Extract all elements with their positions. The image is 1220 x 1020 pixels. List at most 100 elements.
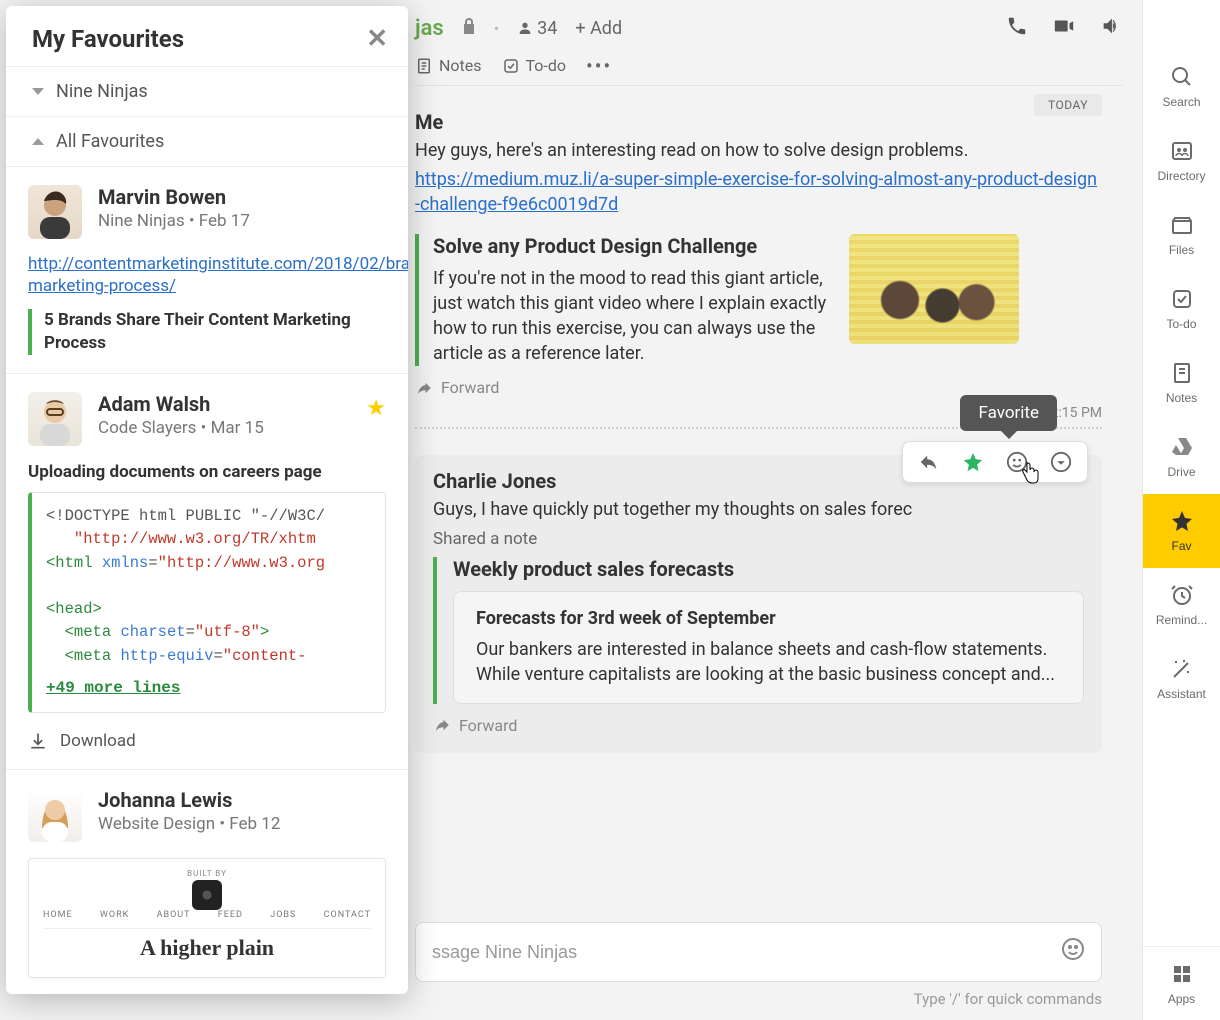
shared-note-title: Forecasts for 3rd week of September bbox=[476, 608, 1061, 629]
expand-code-button[interactable]: +49 more lines bbox=[46, 676, 180, 700]
chevron-down-icon bbox=[32, 88, 44, 95]
nav-directory[interactable]: Directory bbox=[1143, 124, 1220, 198]
todo-icon bbox=[1170, 287, 1194, 311]
fav-section-all[interactable]: All Favourites bbox=[6, 116, 408, 166]
nav-label: Files bbox=[1169, 243, 1194, 257]
nav-apps[interactable]: Apps bbox=[1143, 946, 1220, 1020]
reaction-toolbar bbox=[902, 441, 1088, 483]
link-preview-body: If you're not in the mood to read this g… bbox=[433, 266, 833, 367]
directory-icon bbox=[1170, 139, 1194, 163]
call-icon[interactable] bbox=[1006, 15, 1028, 41]
more-menu[interactable]: ••• bbox=[586, 54, 612, 78]
forward-label: Forward bbox=[459, 716, 517, 735]
fav-item-name: Marvin Bowen bbox=[98, 185, 250, 209]
search-icon bbox=[1170, 65, 1194, 89]
forward-icon bbox=[433, 716, 451, 734]
message-input[interactable] bbox=[432, 942, 1061, 963]
star-icon: ★ bbox=[366, 396, 386, 421]
link-preview-title: Solve any Product Design Challenge bbox=[433, 234, 833, 258]
files-icon bbox=[1170, 213, 1194, 237]
site-nav-item: HOME bbox=[43, 910, 73, 920]
fav-item-name: Adam Walsh bbox=[98, 392, 264, 416]
message-composer[interactable] bbox=[415, 922, 1102, 982]
fav-item-meta: Website Design • Feb 12 bbox=[98, 814, 280, 834]
notes-icon bbox=[1170, 361, 1194, 385]
site-nav-item: WORK bbox=[100, 910, 129, 920]
member-count[interactable]: 34 bbox=[517, 18, 557, 39]
fav-item-subheading: Uploading documents on careers page bbox=[28, 462, 386, 482]
chevron-up-icon bbox=[32, 138, 44, 145]
message-link[interactable]: https://medium.muz.li/a-super-simple-exe… bbox=[415, 167, 1102, 217]
star-icon bbox=[1170, 509, 1194, 533]
nav-label: Search bbox=[1162, 95, 1200, 109]
tab-notes-label: Notes bbox=[439, 56, 482, 75]
date-chip: TODAY bbox=[1034, 94, 1102, 116]
shared-note[interactable]: Weekly product sales forecasts Forecasts… bbox=[433, 557, 1084, 704]
forward-button[interactable]: Forward bbox=[433, 716, 1084, 735]
add-member-button[interactable]: + Add bbox=[575, 18, 622, 39]
notes-icon bbox=[415, 57, 433, 75]
fav-item-link[interactable]: http://contentmarketinginstitute.com/201… bbox=[28, 253, 386, 297]
site-nav: HOME WORK ABOUT FEED JOBS CONTACT bbox=[43, 910, 371, 929]
site-nav-item: ABOUT bbox=[157, 910, 191, 920]
nav-search[interactable]: Search bbox=[1143, 50, 1220, 124]
message-sender: Me bbox=[415, 110, 1102, 134]
fav-section-team[interactable]: Nine Ninjas bbox=[6, 66, 408, 116]
apps-icon bbox=[1170, 962, 1194, 986]
tab-todo[interactable]: To-do bbox=[502, 56, 566, 75]
nav-drive[interactable]: Drive bbox=[1143, 420, 1220, 494]
nav-label: Directory bbox=[1157, 169, 1205, 183]
channel-name[interactable]: jas bbox=[415, 16, 444, 41]
emoji-picker-button[interactable] bbox=[1061, 937, 1085, 967]
right-nav: Search Directory Files To-do Notes Drive… bbox=[1142, 0, 1220, 1020]
nav-todo[interactable]: To-do bbox=[1143, 272, 1220, 346]
nav-assistant[interactable]: Assistant bbox=[1143, 642, 1220, 716]
tab-notes[interactable]: Notes bbox=[415, 56, 482, 75]
nav-label: Apps bbox=[1168, 992, 1195, 1006]
fav-item[interactable]: Marvin Bowen Nine Ninjas • Feb 17 http:/… bbox=[6, 166, 408, 373]
fav-item-meta: Nine Ninjas • Feb 17 bbox=[98, 211, 250, 231]
avatar bbox=[28, 392, 82, 446]
fav-item-quote: 5 Brands Share Their Content Marketing P… bbox=[28, 309, 386, 355]
close-button[interactable]: ✕ bbox=[366, 24, 388, 54]
nav-label: Notes bbox=[1166, 391, 1197, 405]
site-nav-item: JOBS bbox=[270, 910, 296, 920]
site-nav-item: CONTACT bbox=[324, 910, 371, 920]
lock-icon bbox=[462, 18, 476, 38]
nav-label: Drive bbox=[1167, 465, 1195, 479]
shared-note-label: Shared a note bbox=[433, 529, 1084, 549]
volume-icon[interactable] bbox=[1100, 15, 1122, 41]
favorite-tooltip: Favorite bbox=[960, 395, 1057, 431]
member-count-value: 34 bbox=[537, 18, 557, 39]
nav-label: Assistant bbox=[1157, 687, 1206, 701]
avatar bbox=[28, 788, 82, 842]
nav-files[interactable]: Files bbox=[1143, 198, 1220, 272]
download-button[interactable]: Download bbox=[28, 731, 386, 751]
forward-icon bbox=[415, 379, 433, 397]
tab-todo-label: To-do bbox=[526, 56, 566, 75]
message: Me Hey guys, here's an interesting read … bbox=[415, 110, 1102, 429]
fav-item-name: Johanna Lewis bbox=[98, 788, 280, 812]
nav-fav[interactable]: Fav bbox=[1143, 494, 1220, 568]
more-actions-button[interactable] bbox=[1049, 450, 1073, 474]
clock-icon bbox=[1170, 583, 1194, 607]
nav-label: Remind... bbox=[1156, 613, 1207, 627]
reply-button[interactable] bbox=[917, 450, 941, 474]
favorite-button[interactable] bbox=[961, 450, 985, 474]
emoji-react-button[interactable] bbox=[1005, 450, 1029, 474]
person-icon bbox=[517, 20, 533, 36]
site-nav-item: FEED bbox=[218, 910, 243, 920]
fav-item[interactable]: Johanna Lewis Website Design • Feb 12 BU… bbox=[6, 769, 408, 994]
fav-item-meta: Code Slayers • Mar 15 bbox=[98, 418, 264, 438]
link-preview[interactable]: Solve any Product Design Challenge If yo… bbox=[415, 234, 1102, 367]
nav-notes[interactable]: Notes bbox=[1143, 346, 1220, 420]
fav-section-label: Nine Ninjas bbox=[56, 81, 148, 102]
fav-list[interactable]: Marvin Bowen Nine Ninjas • Feb 17 http:/… bbox=[6, 166, 408, 994]
download-label: Download bbox=[60, 731, 136, 751]
message-text: Guys, I have quickly put together my tho… bbox=[433, 497, 1084, 522]
fav-item[interactable]: Adam Walsh Code Slayers • Mar 15 ★ Uploa… bbox=[6, 373, 408, 769]
link-preview-thumb bbox=[849, 234, 1019, 344]
website-preview[interactable]: BUILT BY HOME WORK ABOUT FEED JOBS CONTA… bbox=[28, 858, 386, 978]
nav-reminders[interactable]: Remind... bbox=[1143, 568, 1220, 642]
video-icon[interactable] bbox=[1052, 15, 1076, 41]
